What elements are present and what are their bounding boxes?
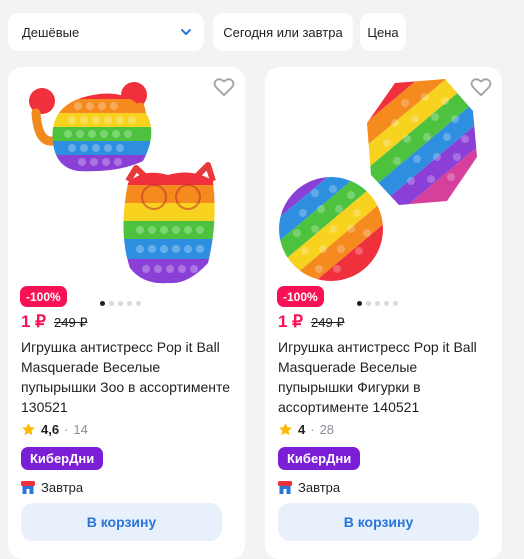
delivery-filter-label: Сегодня или завтра	[223, 24, 343, 40]
gallery-dot[interactable]	[393, 301, 398, 306]
gallery-dot[interactable]	[109, 301, 114, 306]
chevron-down-icon	[181, 29, 191, 35]
reviews-count: 28	[319, 422, 335, 437]
heart-icon[interactable]	[470, 77, 492, 97]
add-to-cart-button[interactable]: В корзину	[21, 503, 222, 541]
product-card[interactable]: -100% 1 ₽ 249 ₽ Игрушка антистресс Pop i…	[8, 67, 245, 559]
star-icon	[22, 423, 35, 436]
delivery-date: Завтра	[41, 480, 84, 495]
discount-badge: -100%	[20, 286, 67, 307]
delivery-info: Завтра	[21, 480, 83, 495]
gallery-dot[interactable]	[127, 301, 132, 306]
current-price: 1 ₽	[21, 312, 46, 331]
reviews-separator: ·	[310, 422, 315, 437]
gallery-dot[interactable]	[100, 301, 105, 306]
price-filter-label: Цена	[367, 24, 399, 40]
heart-icon[interactable]	[213, 77, 235, 97]
gallery-dot[interactable]	[366, 301, 371, 306]
price-filter[interactable]: Цена	[360, 13, 406, 51]
delivery-info: Завтра	[278, 480, 340, 495]
filter-bar: Дешёвые Сегодня или завтра Цена	[8, 13, 516, 51]
product-title[interactable]: Игрушка антистресс Pop it Ball Masquerad…	[278, 337, 493, 417]
rating[interactable]: 4,6 · 14	[21, 422, 88, 437]
gallery-dots[interactable]	[357, 301, 398, 306]
gallery-dot[interactable]	[357, 301, 362, 306]
sort-dropdown[interactable]: Дешёвые	[8, 13, 204, 51]
rating-value: 4,6	[41, 422, 60, 437]
delivery-date: Завтра	[298, 480, 341, 495]
gallery-dot[interactable]	[384, 301, 389, 306]
promo-badge: КиберДни	[278, 447, 361, 470]
rating-value: 4	[298, 422, 306, 437]
shop-icon	[278, 481, 292, 494]
product-card[interactable]: -100% 1 ₽ 249 ₽ Игрушка антистресс Pop i…	[265, 67, 502, 559]
old-price: 249 ₽	[311, 315, 345, 330]
current-price: 1 ₽	[278, 312, 303, 331]
promo-badge: КиберДни	[21, 447, 104, 470]
price-row: 1 ₽ 249 ₽	[278, 312, 345, 332]
reviews-separator: ·	[64, 422, 69, 437]
rating[interactable]: 4 · 28	[278, 422, 334, 437]
star-icon	[279, 423, 292, 436]
pop-it-octagon-circle-image[interactable]	[275, 73, 492, 293]
add-to-cart-button[interactable]: В корзину	[278, 503, 479, 541]
sort-label: Дешёвые	[22, 24, 80, 40]
gallery-dots[interactable]	[100, 301, 141, 306]
reviews-count: 14	[73, 422, 88, 437]
gallery-dot[interactable]	[118, 301, 123, 306]
product-title[interactable]: Игрушка антистресс Pop it Ball Masquerad…	[21, 337, 236, 417]
delivery-filter[interactable]: Сегодня или завтра	[213, 13, 353, 51]
gallery-dot[interactable]	[136, 301, 141, 306]
shop-icon	[21, 481, 35, 494]
pop-it-crab-owl-image[interactable]	[18, 73, 235, 293]
price-row: 1 ₽ 249 ₽	[21, 312, 88, 332]
discount-badge: -100%	[277, 286, 324, 307]
gallery-dot[interactable]	[375, 301, 380, 306]
old-price: 249 ₽	[54, 315, 88, 330]
